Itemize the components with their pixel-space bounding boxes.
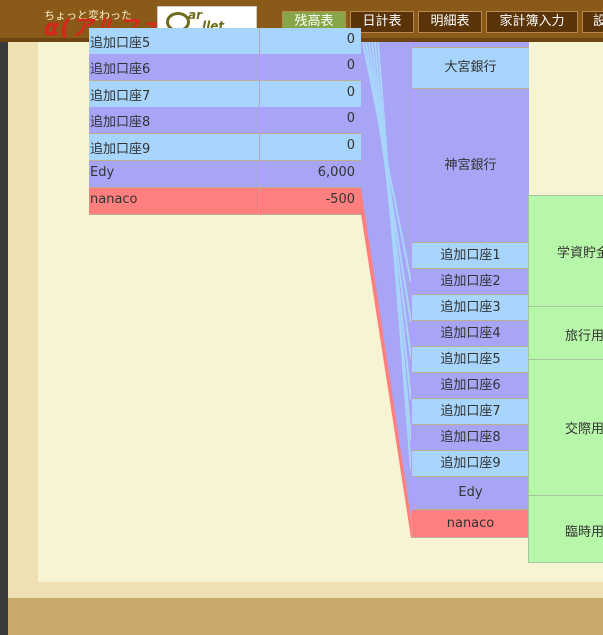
column-divider (259, 107, 260, 133)
column-divider (259, 161, 260, 187)
account-balance: 0 (346, 85, 355, 100)
account-row[interactable]: nanaco -500 (89, 188, 361, 215)
account-name: Edy (90, 165, 115, 180)
account-balance: 6,000 (317, 165, 355, 180)
purpose-label: 学資貯金 (557, 246, 603, 261)
account-row[interactable]: 追加口座8 0 (89, 107, 361, 134)
account-balance: -500 (325, 192, 355, 207)
column-divider (259, 188, 260, 214)
bank-cell[interactable]: 追加口座7 (411, 399, 529, 425)
account-row[interactable]: Edy 6,000 (89, 161, 361, 188)
bank-cell[interactable]: 追加口座3 (411, 295, 529, 321)
column-divider (259, 81, 260, 107)
account-row[interactable]: 追加口座7 0 (89, 81, 361, 108)
account-balance: 0 (346, 138, 355, 153)
account-row[interactable]: 追加口座5 0 (89, 28, 361, 55)
column-divider (259, 54, 260, 80)
bank-cell[interactable]: 追加口座2 (411, 269, 529, 295)
bank-cell[interactable]: 大宮銀行 (411, 48, 529, 89)
account-name: 追加口座8 (90, 115, 151, 130)
account-name: 追加口座9 (90, 142, 151, 157)
purpose-cell[interactable]: 臨時用 (528, 495, 603, 563)
bank-cell[interactable]: 追加口座1 (411, 243, 529, 269)
purpose-cell[interactable]: 学資貯金 (528, 195, 603, 307)
purpose-cell[interactable]: 交際用 (528, 359, 603, 496)
account-row[interactable]: 追加口座9 0 (89, 134, 361, 161)
bank-cell[interactable]: nanaco (411, 510, 529, 538)
footer-bar (8, 598, 603, 635)
bank-cell[interactable]: 追加口座4 (411, 321, 529, 347)
account-balance: 0 (346, 32, 355, 47)
purpose-label: 旅行用 (565, 329, 603, 344)
account-name: 追加口座5 (90, 36, 151, 51)
purpose-label: 臨時用 (565, 525, 603, 540)
account-name: 追加口座6 (90, 62, 151, 77)
bank-cell[interactable]: 追加口座8 (411, 425, 529, 451)
bank-cell[interactable]: 追加口座9 (411, 451, 529, 477)
account-name: 追加口座7 (90, 89, 151, 104)
account-balance: 0 (346, 58, 355, 73)
bank-cell[interactable]: Edy (411, 477, 529, 510)
purpose-cell[interactable]: 旅行用 (528, 306, 603, 360)
bank-cell[interactable]: 神宮銀行 (411, 89, 529, 243)
bank-cell[interactable]: 追加口座6 (411, 373, 529, 399)
account-row[interactable]: 追加口座6 0 (89, 54, 361, 81)
account-name: nanaco (90, 192, 138, 207)
column-divider (259, 134, 260, 160)
purpose-label: 交際用 (565, 422, 603, 437)
column-divider (259, 28, 260, 54)
account-balance: 0 (346, 111, 355, 126)
bank-cell[interactable]: 追加口座5 (411, 347, 529, 373)
